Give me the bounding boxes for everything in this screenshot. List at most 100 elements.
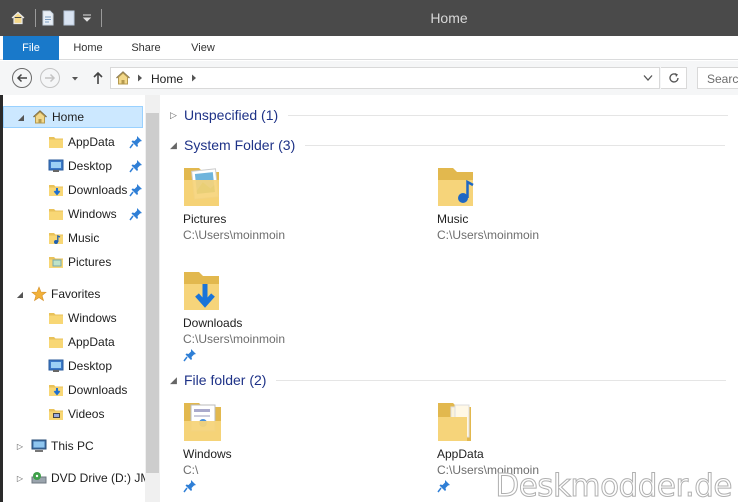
downloads-folder-icon (184, 272, 219, 310)
arrow-right-icon (45, 73, 56, 83)
nav-item-fav-desktop[interactable]: Desktop (3, 355, 143, 377)
pin-icon (129, 135, 143, 149)
tile-name: Downloads (183, 316, 243, 330)
collapse-icon[interactable]: ◢ (170, 375, 180, 386)
nav-item-fav-windows[interactable]: Windows (3, 307, 143, 329)
nav-item-favorites[interactable]: ◢ Favorites (3, 283, 143, 305)
nav-item-desktop[interactable]: Desktop (3, 155, 143, 177)
computer-icon (31, 438, 47, 454)
folder-icon (438, 403, 471, 441)
address-bar[interactable]: Home (110, 67, 660, 89)
chevron-right-icon (192, 74, 196, 82)
tab-home[interactable]: Home (66, 36, 110, 60)
tile-pictures[interactable]: Pictures C:\Users\moinmoin (183, 162, 383, 262)
tab-file[interactable]: File (3, 36, 59, 60)
tile-downloads[interactable]: Downloads C:\Users\moinmoin (183, 266, 383, 366)
tile-path: C:\Users\moinmoin (183, 332, 286, 346)
music-folder-icon (48, 230, 64, 246)
group-system-folder[interactable]: ◢ System Folder (3) (170, 134, 726, 156)
group-divider (305, 144, 726, 146)
tile-music[interactable]: Music C:\Users\moinmoin (437, 162, 637, 262)
videos-folder-icon (48, 406, 64, 422)
pictures-folder-icon (184, 168, 219, 206)
expand-icon[interactable]: ▷ (170, 110, 180, 121)
pin-icon (437, 479, 451, 493)
nav-item-windows[interactable]: Windows (3, 203, 143, 225)
group-label: System Folder (3) (184, 137, 296, 153)
tile-path: C:\Users\moinmoin (183, 228, 286, 242)
nav-item-label: Windows (68, 311, 117, 325)
tile-name: Pictures (183, 212, 227, 226)
nav-scrollbar-thumb[interactable] (146, 113, 159, 473)
nav-item-fav-videos[interactable]: Videos (3, 403, 143, 425)
arrow-left-icon (16, 73, 27, 83)
tile-path: C:\ (183, 463, 199, 477)
folder-icon (48, 206, 64, 222)
expand-icon[interactable]: ▷ (15, 441, 25, 451)
nav-item-label: DVD Drive (D:) JM (51, 471, 151, 485)
tab-view[interactable]: View (181, 36, 225, 60)
group-label: Unspecified (1) (184, 107, 279, 123)
tab-share[interactable]: Share (124, 36, 168, 60)
nav-item-label: Videos (68, 407, 105, 421)
downloads-folder-icon (48, 182, 64, 198)
up-button[interactable] (91, 71, 105, 85)
address-row: Home Search (0, 61, 738, 95)
dvd-drive-icon (31, 470, 47, 486)
desktop-icon (48, 158, 64, 174)
nav-item-home[interactable]: ◢ Home (3, 106, 143, 128)
nav-item-fav-appdata[interactable]: AppData (3, 331, 143, 353)
nav-item-label: Pictures (68, 255, 112, 269)
nav-item-label: Downloads (68, 183, 128, 197)
folder-icon (48, 134, 64, 150)
nav-item-downloads[interactable]: Downloads (3, 179, 143, 201)
tile-windows[interactable]: Windows C:\ (183, 397, 383, 497)
nav-item-fav-downloads[interactable]: Downloads (3, 379, 143, 401)
group-divider (276, 379, 727, 381)
nav-item-music[interactable]: Music (3, 227, 143, 249)
nav-item-appdata[interactable]: AppData (3, 131, 143, 153)
folder-icon (48, 310, 64, 326)
nav-item-label: Downloads (68, 383, 128, 397)
pin-icon (183, 348, 197, 362)
nav-item-this-pc[interactable]: ▷ This PC (3, 435, 143, 457)
home-icon (32, 109, 48, 125)
nav-item-label: This PC (51, 439, 94, 453)
expand-icon[interactable]: ▷ (15, 473, 25, 483)
chevron-down-icon[interactable] (643, 74, 653, 82)
expand-icon[interactable]: ◢ (15, 289, 25, 299)
collapse-icon[interactable]: ◢ (170, 140, 180, 151)
nav-item-dvd-drive[interactable]: ▷ DVD Drive (D:) JM (3, 467, 150, 489)
arrow-up-icon (93, 71, 103, 84)
nav-item-label: Desktop (68, 359, 113, 373)
tile-name: Windows (183, 447, 232, 461)
group-divider (288, 114, 729, 116)
music-folder-icon (438, 168, 474, 206)
star-icon (31, 286, 47, 302)
watermark: Deskmodder.de (495, 468, 733, 502)
ribbon-tabs: File Home Share View (0, 36, 738, 60)
group-file-folder[interactable]: ◢ File folder (2) (170, 369, 727, 391)
group-unspecified[interactable]: ▷ Unspecified (1) (170, 104, 729, 126)
nav-item-label: Music (68, 231, 100, 245)
pin-icon (129, 207, 143, 221)
nav-item-label: AppData (68, 135, 115, 149)
search-input[interactable]: Search (697, 67, 738, 89)
nav-item-label: Home (52, 110, 85, 124)
chevron-right-icon (138, 74, 142, 82)
title-bar: Home (0, 0, 738, 36)
nav-item-pictures[interactable]: Pictures (3, 251, 143, 273)
back-button[interactable] (12, 68, 32, 88)
refresh-button[interactable] (661, 67, 687, 89)
pictures-folder-icon (48, 254, 64, 270)
expand-icon[interactable]: ◢ (16, 112, 26, 122)
folder-icon (48, 334, 64, 350)
recent-locations-button[interactable] (70, 73, 80, 83)
nav-item-label: AppData (68, 335, 115, 349)
tile-name: Music (437, 212, 469, 226)
forward-button[interactable] (40, 68, 60, 88)
nav-item-label: Desktop (68, 159, 113, 173)
refresh-icon (668, 73, 679, 83)
pin-icon (129, 159, 143, 173)
desktop-icon (48, 358, 64, 374)
